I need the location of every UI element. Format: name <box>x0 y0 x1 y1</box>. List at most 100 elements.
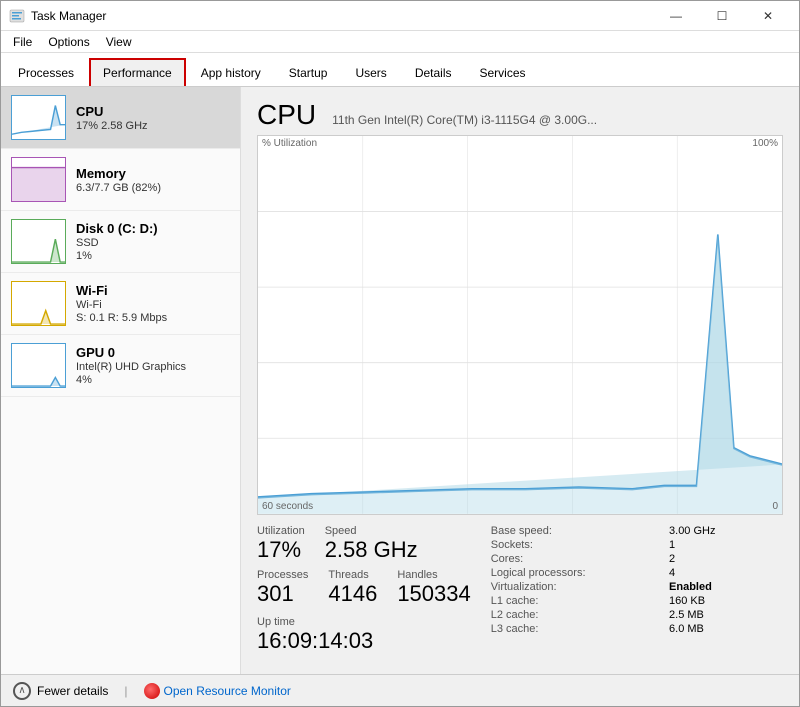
threads-label: Threads <box>328 569 377 581</box>
menu-view[interactable]: View <box>98 33 140 51</box>
fewer-details-icon: ∧ <box>13 682 31 700</box>
base-speed-key: Base speed: <box>491 525 653 537</box>
chart-x-zero: 0 <box>772 501 778 512</box>
memory-info: Memory 6.3/7.7 GB (82%) <box>76 166 161 194</box>
logical-val: 4 <box>669 567 783 579</box>
threads-value: 4146 <box>328 581 377 607</box>
gpu-mini-graph <box>11 343 66 388</box>
wifi-label: Wi-Fi <box>76 283 167 298</box>
sidebar-item-disk[interactable]: Disk 0 (C: D:) SSD 1% <box>1 211 240 273</box>
sidebar-item-wifi[interactable]: Wi-Fi Wi-Fi S: 0.1 R: 5.9 Mbps <box>1 273 240 335</box>
handles-stat: Handles 150334 <box>397 569 470 607</box>
sidebar-item-cpu[interactable]: CPU 17% 2.58 GHz <box>1 87 240 149</box>
footer: ∧ Fewer details | Open Resource Monitor <box>1 674 799 706</box>
tab-startup[interactable]: Startup <box>276 59 341 86</box>
info-table: Base speed: 3.00 GHz Sockets: 1 Cores: 2… <box>491 525 783 635</box>
minimize-button[interactable]: — <box>653 1 699 31</box>
stats-row: Utilization 17% Speed 2.58 GHz Processes… <box>257 525 783 662</box>
speed-stat: Speed 2.58 GHz <box>325 525 418 563</box>
uptime-value: 16:09:14:03 <box>257 628 471 654</box>
menu-options[interactable]: Options <box>40 33 97 51</box>
window-title: Task Manager <box>31 9 106 23</box>
threads-stat: Threads 4146 <box>328 569 377 607</box>
gpu-sublabel1: Intel(R) UHD Graphics <box>76 361 186 373</box>
cpu-mini-graph <box>11 95 66 140</box>
content-area: CPU 17% 2.58 GHz Memory 6.3/7.7 GB (82%) <box>1 87 799 674</box>
cpu-label: CPU <box>76 104 148 119</box>
tab-users[interactable]: Users <box>342 59 399 86</box>
cpu-chart: % Utilization 100% 60 seconds 0 <box>257 135 783 515</box>
uptime-stat: Up time 16:09:14:03 <box>257 614 471 654</box>
handles-value: 150334 <box>397 581 470 607</box>
disk-sublabel2: 1% <box>76 250 158 262</box>
open-resource-monitor-link[interactable]: Open Resource Monitor <box>144 683 291 699</box>
close-button[interactable]: ✕ <box>745 1 791 31</box>
l3-key: L3 cache: <box>491 623 653 635</box>
menu-file[interactable]: File <box>5 33 40 51</box>
speed-value: 2.58 GHz <box>325 537 418 563</box>
utilization-value: 17% <box>257 537 305 563</box>
tab-details[interactable]: Details <box>402 59 465 86</box>
stats-left: Utilization 17% Speed 2.58 GHz Processes… <box>257 525 471 662</box>
tab-app-history[interactable]: App history <box>188 59 274 86</box>
disk-mini-graph <box>11 219 66 264</box>
stats-right: Base speed: 3.00 GHz Sockets: 1 Cores: 2… <box>471 525 783 662</box>
sidebar: CPU 17% 2.58 GHz Memory 6.3/7.7 GB (82%) <box>1 87 241 674</box>
sidebar-item-memory[interactable]: Memory 6.3/7.7 GB (82%) <box>1 149 240 211</box>
cores-key: Cores: <box>491 553 653 565</box>
chart-x-label: 60 seconds <box>262 501 313 512</box>
task-manager-window: Task Manager — ☐ ✕ File Options View Pro… <box>0 0 800 707</box>
cpu-sublabel: 17% 2.58 GHz <box>76 120 148 132</box>
base-speed-val: 3.00 GHz <box>669 525 783 537</box>
l1-val: 160 KB <box>669 595 783 607</box>
processes-stat: Processes 301 <box>257 569 308 607</box>
title-bar: Task Manager — ☐ ✕ <box>1 1 799 31</box>
virt-val: Enabled <box>669 581 783 593</box>
disk-sublabel1: SSD <box>76 237 158 249</box>
l1-key: L1 cache: <box>491 595 653 607</box>
tab-services[interactable]: Services <box>467 59 539 86</box>
l2-key: L2 cache: <box>491 609 653 621</box>
uptime-label: Up time <box>257 616 295 628</box>
cpu-chart-svg <box>258 136 782 514</box>
tab-performance[interactable]: Performance <box>89 58 186 86</box>
footer-divider: | <box>124 684 127 698</box>
fewer-details-label: Fewer details <box>37 684 108 698</box>
tab-processes[interactable]: Processes <box>5 59 87 86</box>
wifi-info: Wi-Fi Wi-Fi S: 0.1 R: 5.9 Mbps <box>76 283 167 324</box>
title-bar-left: Task Manager <box>9 8 106 24</box>
main-cpu-subtitle: 11th Gen Intel(R) Core(TM) i3-1115G4 @ 3… <box>332 113 597 127</box>
logical-key: Logical processors: <box>491 567 653 579</box>
gpu-info: GPU 0 Intel(R) UHD Graphics 4% <box>76 345 186 386</box>
tab-bar: Processes Performance App history Startu… <box>1 53 799 87</box>
memory-label: Memory <box>76 166 161 181</box>
disk-label: Disk 0 (C: D:) <box>76 221 158 236</box>
maximize-button[interactable]: ☐ <box>699 1 745 31</box>
app-icon <box>9 8 25 24</box>
handles-label: Handles <box>397 569 470 581</box>
processes-label: Processes <box>257 569 308 581</box>
cpu-info: CPU 17% 2.58 GHz <box>76 104 148 132</box>
speed-label: Speed <box>325 525 418 537</box>
l2-val: 2.5 MB <box>669 609 783 621</box>
wifi-sublabel1: Wi-Fi <box>76 299 167 311</box>
cores-val: 2 <box>669 553 783 565</box>
chart-y-max: 100% <box>752 138 778 149</box>
main-panel: CPU 11th Gen Intel(R) Core(TM) i3-1115G4… <box>241 87 799 674</box>
open-resource-label: Open Resource Monitor <box>164 684 291 698</box>
processes-value: 301 <box>257 581 308 607</box>
l3-val: 6.0 MB <box>669 623 783 635</box>
utilization-label: Utilization <box>257 525 305 537</box>
sockets-val: 1 <box>669 539 783 551</box>
sidebar-item-gpu[interactable]: GPU 0 Intel(R) UHD Graphics 4% <box>1 335 240 397</box>
inline-stats-top: Utilization 17% Speed 2.58 GHz <box>257 525 471 563</box>
chart-y-label: % Utilization <box>262 138 317 149</box>
gpu-label: GPU 0 <box>76 345 186 360</box>
title-bar-controls: — ☐ ✕ <box>653 1 791 31</box>
memory-mini-graph <box>11 157 66 202</box>
menu-bar: File Options View <box>1 31 799 53</box>
fewer-details-button[interactable]: ∧ Fewer details <box>13 682 108 700</box>
main-cpu-title: CPU <box>257 99 316 131</box>
utilization-stat: Utilization 17% <box>257 525 305 563</box>
disk-info: Disk 0 (C: D:) SSD 1% <box>76 221 158 262</box>
